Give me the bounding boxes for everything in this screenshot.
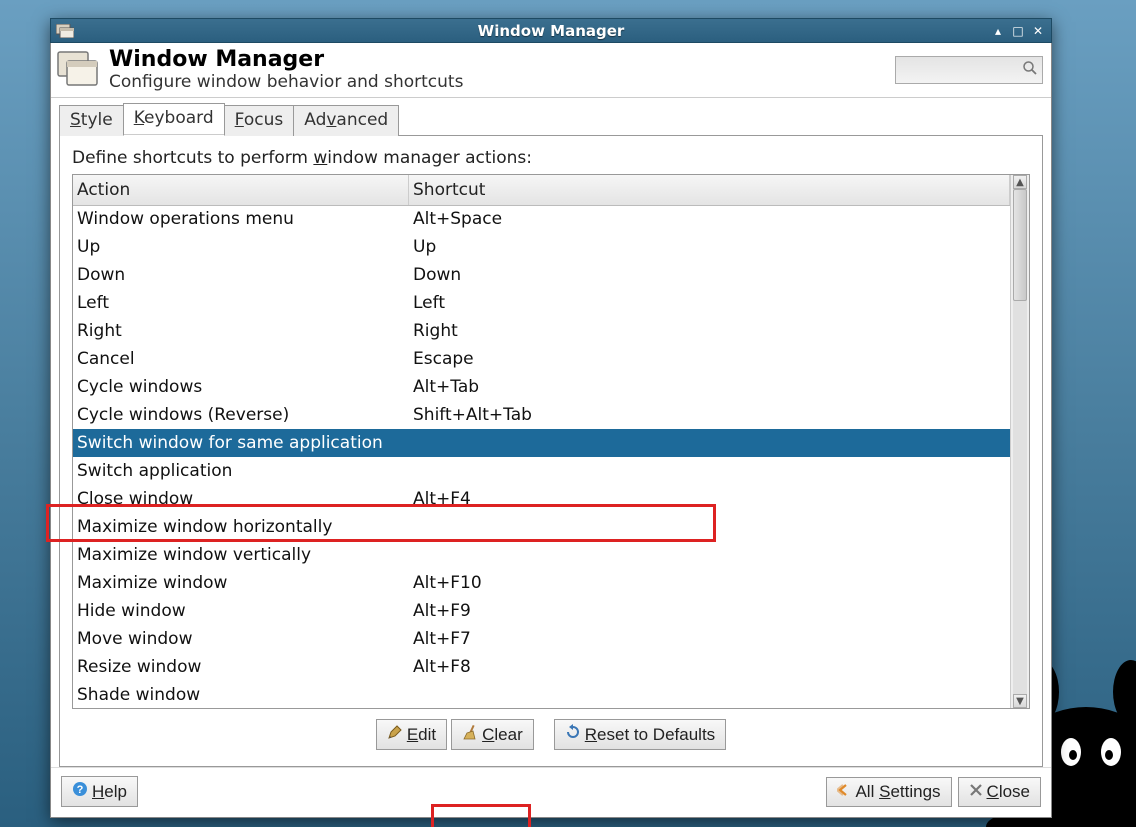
search-input[interactable] (895, 56, 1043, 84)
tab-container: StyleKeyboardFocusAdvanced Define shortc… (51, 98, 1051, 767)
all-settings-button[interactable]: All Settings (826, 777, 951, 807)
table-row[interactable]: Maximize windowAlt+F10 (73, 569, 1010, 597)
edit-button[interactable]: Edit (376, 719, 447, 750)
cell-action: Up (73, 237, 409, 257)
table-row[interactable]: LeftLeft (73, 289, 1010, 317)
broom-icon (462, 724, 478, 745)
cell-action: Cycle windows (Reverse) (73, 405, 409, 425)
window-manager-icon (53, 22, 77, 40)
table-row[interactable]: RightRight (73, 317, 1010, 345)
window-manager-icon (55, 47, 101, 93)
pencil-icon (387, 724, 403, 745)
page-subtitle: Configure window behavior and shortcuts (109, 72, 887, 92)
window-title: Window Manager (51, 22, 1051, 40)
cell-shortcut: Alt+F8 (409, 657, 1010, 677)
header: Window Manager Configure window behavior… (51, 43, 1051, 98)
cell-action: Switch window for same application (73, 433, 409, 453)
help-button[interactable]: ? Help (61, 776, 138, 807)
cell-shortcut: Alt+Tab (409, 377, 1010, 397)
cell-action: Left (73, 293, 409, 313)
table-row[interactable]: Shade window (73, 681, 1010, 708)
tab-advanced[interactable]: Advanced (293, 105, 399, 136)
cell-action: Move window (73, 629, 409, 649)
page-title: Window Manager (109, 48, 887, 72)
table-row[interactable]: Maximize window vertically (73, 541, 1010, 569)
table-row[interactable]: UpUp (73, 233, 1010, 261)
revert-icon (565, 724, 581, 745)
cell-shortcut: Alt+F4 (409, 489, 1010, 509)
window: Window Manager ▴ □ ✕ Window Manager Conf… (50, 18, 1052, 818)
cell-shortcut: Right (409, 321, 1010, 341)
cell-shortcut: Alt+F9 (409, 601, 1010, 621)
cell-action: Maximize window (73, 573, 409, 593)
close-icon (969, 782, 983, 802)
tab-focus[interactable]: Focus (224, 105, 295, 136)
column-header-action[interactable]: Action (73, 175, 409, 205)
cell-action: Close window (73, 489, 409, 509)
table-row[interactable]: CancelEscape (73, 345, 1010, 373)
table-row[interactable]: Resize windowAlt+F8 (73, 653, 1010, 681)
tab-keyboard[interactable]: Keyboard (123, 103, 225, 136)
table-row[interactable]: Close windowAlt+F4 (73, 485, 1010, 513)
cell-action: Maximize window horizontally (73, 517, 409, 537)
svg-text:?: ? (77, 784, 84, 796)
cell-shortcut: Alt+F10 (409, 573, 1010, 593)
table-row[interactable]: Cycle windowsAlt+Tab (73, 373, 1010, 401)
titlebar[interactable]: Window Manager ▴ □ ✕ (50, 18, 1052, 43)
table-row[interactable]: Window operations menuAlt+Space (73, 205, 1010, 233)
search-icon (1022, 60, 1038, 80)
table-row[interactable]: Cycle windows (Reverse)Shift+Alt+Tab (73, 401, 1010, 429)
cell-action: Switch application (73, 461, 409, 481)
tab-style[interactable]: Style (59, 105, 124, 136)
table-row[interactable]: Switch application (73, 457, 1010, 485)
shortcut-list[interactable]: Action Shortcut Window operations menuAl… (73, 175, 1010, 708)
cell-shortcut: Up (409, 237, 1010, 257)
cell-action: Down (73, 265, 409, 285)
scrollbar-vertical[interactable]: ▲ ▼ (1010, 175, 1029, 708)
table-row[interactable]: Switch window for same application (73, 429, 1010, 457)
cell-action: Cancel (73, 349, 409, 369)
maximize-button[interactable]: □ (1011, 24, 1025, 38)
clear-button[interactable]: Clear (451, 719, 534, 750)
cell-action: Shade window (73, 685, 409, 705)
cell-action: Hide window (73, 601, 409, 621)
cell-shortcut: Alt+Space (409, 209, 1010, 229)
tab-keyboard-page: Define shortcuts to perform window manag… (59, 135, 1043, 767)
table-row[interactable]: Move windowAlt+F7 (73, 625, 1010, 653)
cell-shortcut: Down (409, 265, 1010, 285)
cell-action: Resize window (73, 657, 409, 677)
scroll-thumb[interactable] (1013, 189, 1027, 301)
cell-shortcut: Left (409, 293, 1010, 313)
close-window-button[interactable]: ✕ (1031, 24, 1045, 38)
footer: ? Help All Settings Close (51, 767, 1051, 817)
cell-shortcut: Escape (409, 349, 1010, 369)
table-row[interactable]: DownDown (73, 261, 1010, 289)
table-row[interactable]: Hide windowAlt+F9 (73, 597, 1010, 625)
scroll-down-button[interactable]: ▼ (1013, 694, 1027, 708)
table-row[interactable]: Maximize window horizontally (73, 513, 1010, 541)
roll-up-button[interactable]: ▴ (991, 24, 1005, 38)
cell-action: Cycle windows (73, 377, 409, 397)
cell-action: Window operations menu (73, 209, 409, 229)
instruction-label: Define shortcuts to perform window manag… (72, 148, 1030, 168)
cell-shortcut: Alt+F7 (409, 629, 1010, 649)
help-icon: ? (72, 781, 88, 802)
back-icon (837, 782, 851, 802)
cell-shortcut: Shift+Alt+Tab (409, 405, 1010, 425)
reset-to-defaults-button[interactable]: Reset to Defaults (554, 719, 726, 750)
cell-action: Right (73, 321, 409, 341)
close-button[interactable]: Close (958, 777, 1041, 807)
cell-action: Maximize window vertically (73, 545, 409, 565)
scroll-up-button[interactable]: ▲ (1013, 175, 1027, 189)
column-header-shortcut[interactable]: Shortcut (409, 175, 1010, 205)
